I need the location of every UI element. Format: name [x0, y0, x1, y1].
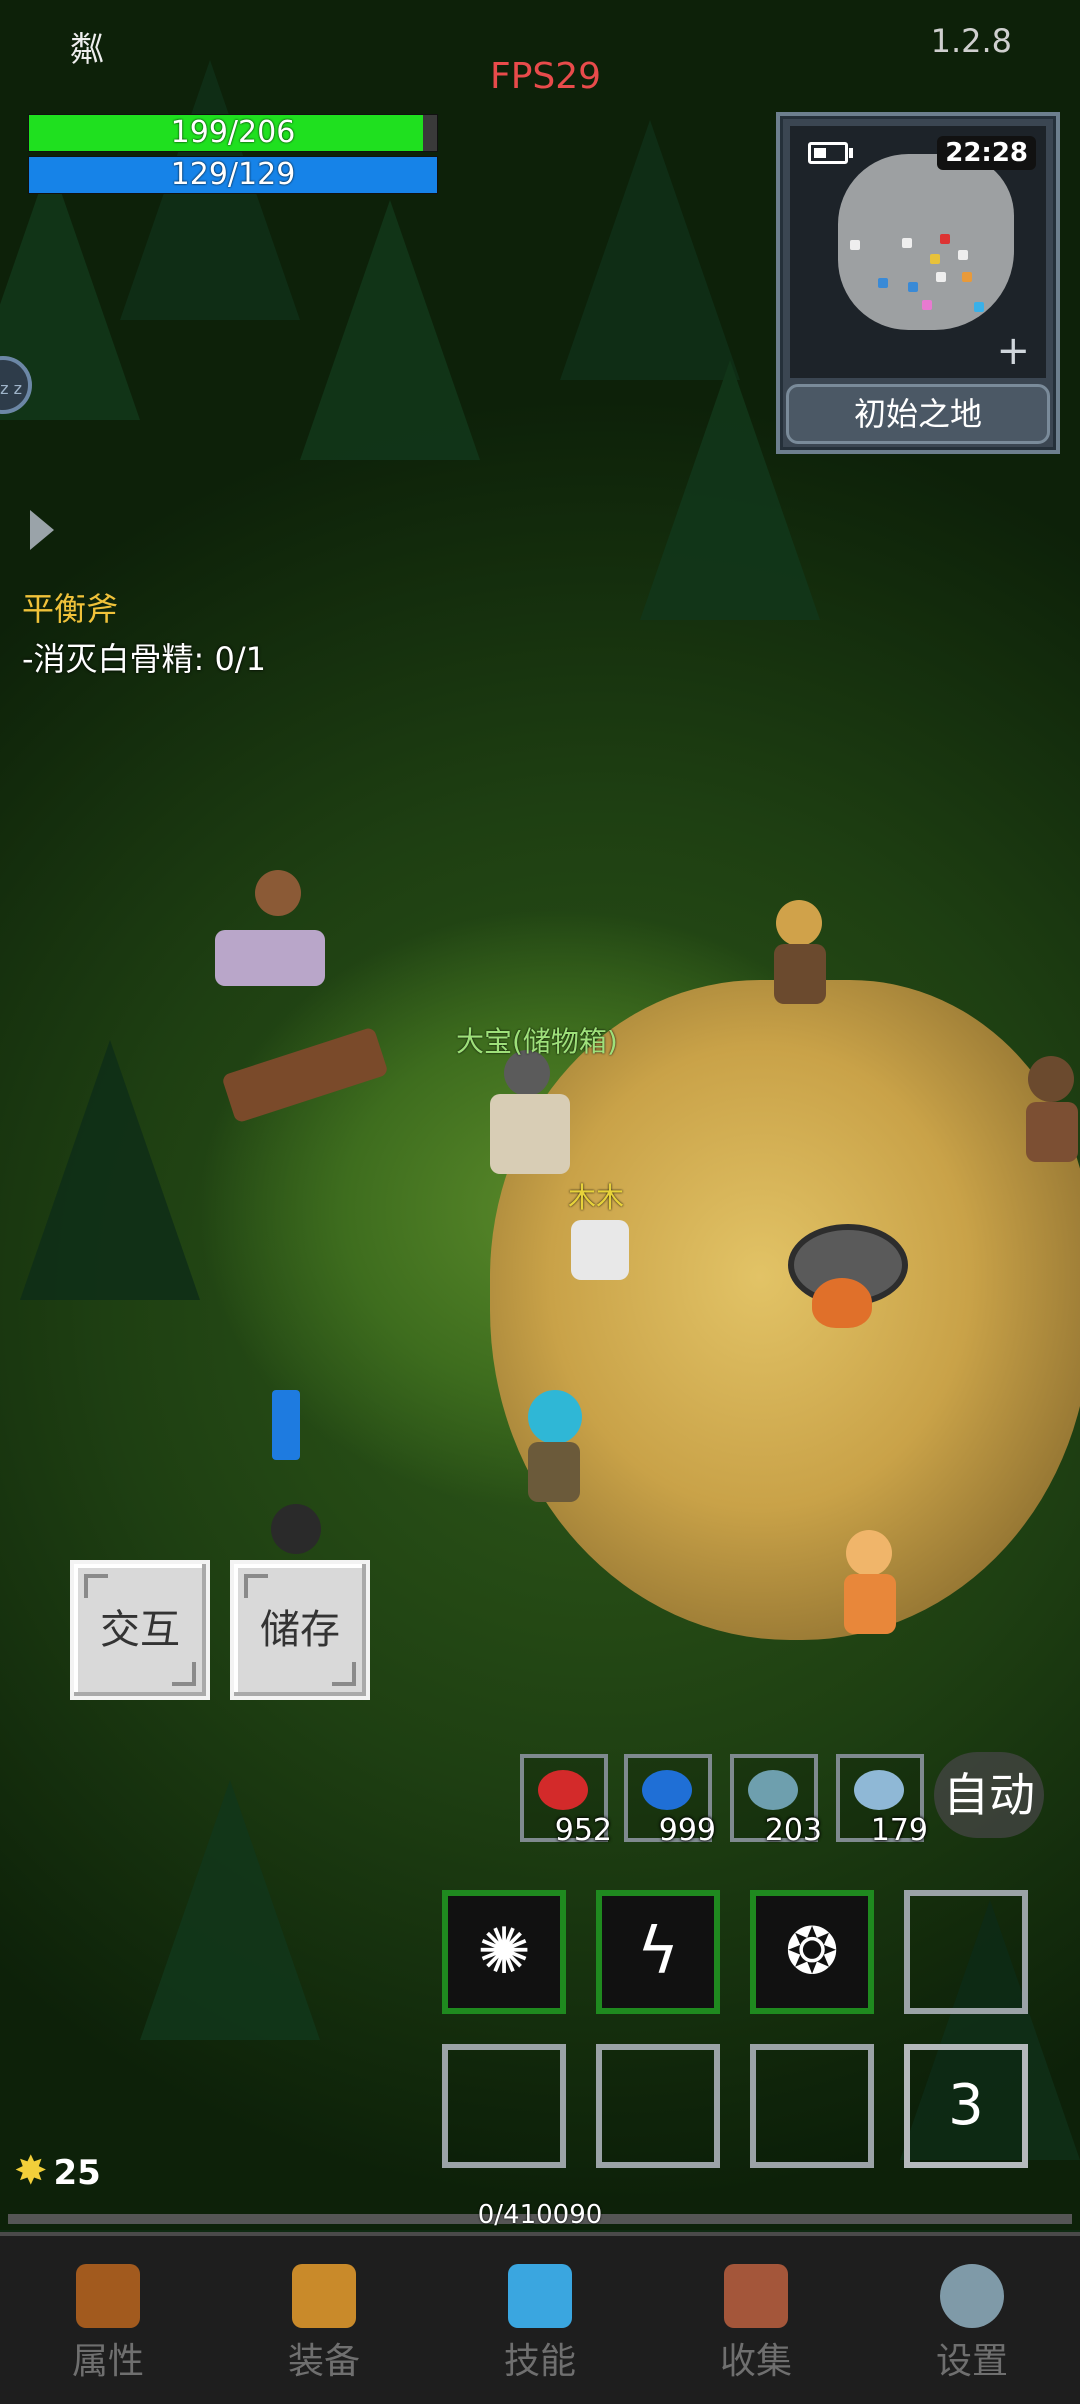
- minimap-marker: [930, 254, 940, 264]
- horse-rider-npc[interactable]: [215, 870, 335, 1010]
- nav-attributes[interactable]: 属性: [0, 2236, 216, 2404]
- nav-label: 属性: [71, 2341, 144, 2382]
- minimap-marker: [958, 250, 968, 260]
- book-icon: [724, 2264, 788, 2328]
- skill-slot-6[interactable]: [596, 2044, 720, 2168]
- skill-slot-1[interactable]: ✺: [442, 1890, 566, 2014]
- minimap-marker: [878, 278, 888, 288]
- item-count: 203: [764, 1813, 822, 1848]
- nav-label: 装备: [287, 2341, 360, 2382]
- fps-counter: FPS29: [490, 56, 602, 97]
- skill-gear-icon: ❂: [785, 1915, 839, 1989]
- minimap-marker: [922, 300, 932, 310]
- player-character[interactable]: [470, 1050, 580, 1200]
- quest-title[interactable]: 平衡斧: [22, 584, 118, 630]
- gold-amount: 25: [53, 2153, 101, 2193]
- battery-icon: [808, 142, 853, 164]
- item-count: 179: [870, 1813, 928, 1848]
- potion-slot-red[interactable]: 952: [520, 1754, 612, 1848]
- minimap-marker: [940, 234, 950, 244]
- pet-sprite[interactable]: [565, 1210, 635, 1290]
- fallen-log: [221, 1026, 389, 1124]
- clock: 22:28: [937, 136, 1036, 170]
- interact-button[interactable]: 交互: [70, 1560, 210, 1700]
- minimap-marker: [850, 240, 860, 250]
- monk-npc[interactable]: [830, 1530, 910, 1640]
- blue-crystal-marker: [272, 1390, 300, 1460]
- potion-count: 999: [658, 1813, 716, 1848]
- archer-npc[interactable]: [1020, 1050, 1080, 1170]
- skill-page-button[interactable]: 3: [904, 2044, 1028, 2168]
- quest-objective: -消灭白骨精: 0/1: [22, 640, 267, 678]
- gear-icon: [940, 2264, 1004, 2328]
- pine-tree: [560, 120, 740, 380]
- nav-label: 技能: [503, 2341, 576, 2382]
- skill-slot-4[interactable]: [904, 1890, 1028, 2014]
- plus-icon[interactable]: +: [996, 328, 1030, 374]
- hp-bar: 199/206: [28, 114, 438, 152]
- nav-label: 收集: [719, 2341, 792, 2382]
- gold-counter: ✸ 25: [14, 2148, 101, 2194]
- mp-bar: 129/129: [28, 156, 438, 194]
- bottom-nav: 属性 装备 技能 收集 设置: [0, 2232, 1080, 2404]
- fish-icon: [748, 1770, 798, 1810]
- red-potion-icon: [538, 1770, 588, 1810]
- skill-lightning-icon: ϟ: [636, 1915, 680, 1989]
- skill-burst-icon: ✺: [477, 1915, 531, 1989]
- storage-npc-label: 大宝(储物箱): [456, 1025, 618, 1058]
- minimap-marker: [962, 272, 972, 282]
- minimap[interactable]: 22:28 + 初始之地: [776, 112, 1060, 454]
- skill-slot-2[interactable]: ϟ: [596, 1890, 720, 2014]
- pet-label: 木木: [568, 1181, 625, 1214]
- blue-hair-npc[interactable]: [510, 1390, 600, 1510]
- exp-text: 0/410090: [477, 2200, 603, 2230]
- nav-settings[interactable]: 设置: [864, 2236, 1080, 2404]
- version-label: 1.2.8: [930, 22, 1012, 60]
- nav-collection[interactable]: 收集: [648, 2236, 864, 2404]
- mp-text: 129/129: [170, 157, 296, 192]
- hp-text: 199/206: [170, 115, 296, 150]
- potion-count: 952: [554, 1813, 612, 1848]
- blue-potion-icon: [642, 1770, 692, 1810]
- minimap-marker: [936, 272, 946, 282]
- potion-slot-blue[interactable]: 999: [624, 1754, 716, 1848]
- helmet-warrior-npc[interactable]: [760, 900, 840, 1020]
- pine-tree: [20, 1040, 200, 1300]
- helmet-icon: [76, 2264, 140, 2328]
- skill-slot-3[interactable]: ❂: [750, 1890, 874, 2014]
- location-name: 初始之地: [786, 384, 1050, 444]
- store-button[interactable]: 储存: [230, 1560, 370, 1700]
- minimap-marker: [974, 302, 984, 312]
- gold-icon: ✸: [14, 2148, 48, 2194]
- nav-equipment[interactable]: 装备: [216, 2236, 432, 2404]
- campfire-cauldron[interactable]: [782, 1218, 908, 1338]
- nav-skills[interactable]: 技能: [432, 2236, 648, 2404]
- pine-tree: [140, 1780, 320, 2040]
- item-slot-scroll[interactable]: 179: [836, 1754, 928, 1848]
- dark-hair-npc[interactable]: [255, 1500, 335, 1560]
- player-name: 粼: [70, 30, 104, 70]
- minimap-view[interactable]: 22:28 +: [790, 126, 1046, 378]
- skill-slot-5[interactable]: [442, 2044, 566, 2168]
- minimap-marker: [908, 282, 918, 292]
- minimap-marker: [902, 238, 912, 248]
- nav-label: 设置: [935, 2341, 1008, 2382]
- pine-tree: [300, 200, 480, 460]
- bag-icon: [292, 2264, 356, 2328]
- skill-slot-7[interactable]: [750, 2044, 874, 2168]
- expand-arrow-icon[interactable]: [30, 510, 54, 550]
- crystal-icon: [508, 2264, 572, 2328]
- auto-button[interactable]: 自动: [934, 1752, 1044, 1838]
- skill-page-number: 3: [948, 2073, 984, 2138]
- scroll-icon: [854, 1770, 904, 1810]
- item-slot-fish[interactable]: 203: [730, 1754, 822, 1848]
